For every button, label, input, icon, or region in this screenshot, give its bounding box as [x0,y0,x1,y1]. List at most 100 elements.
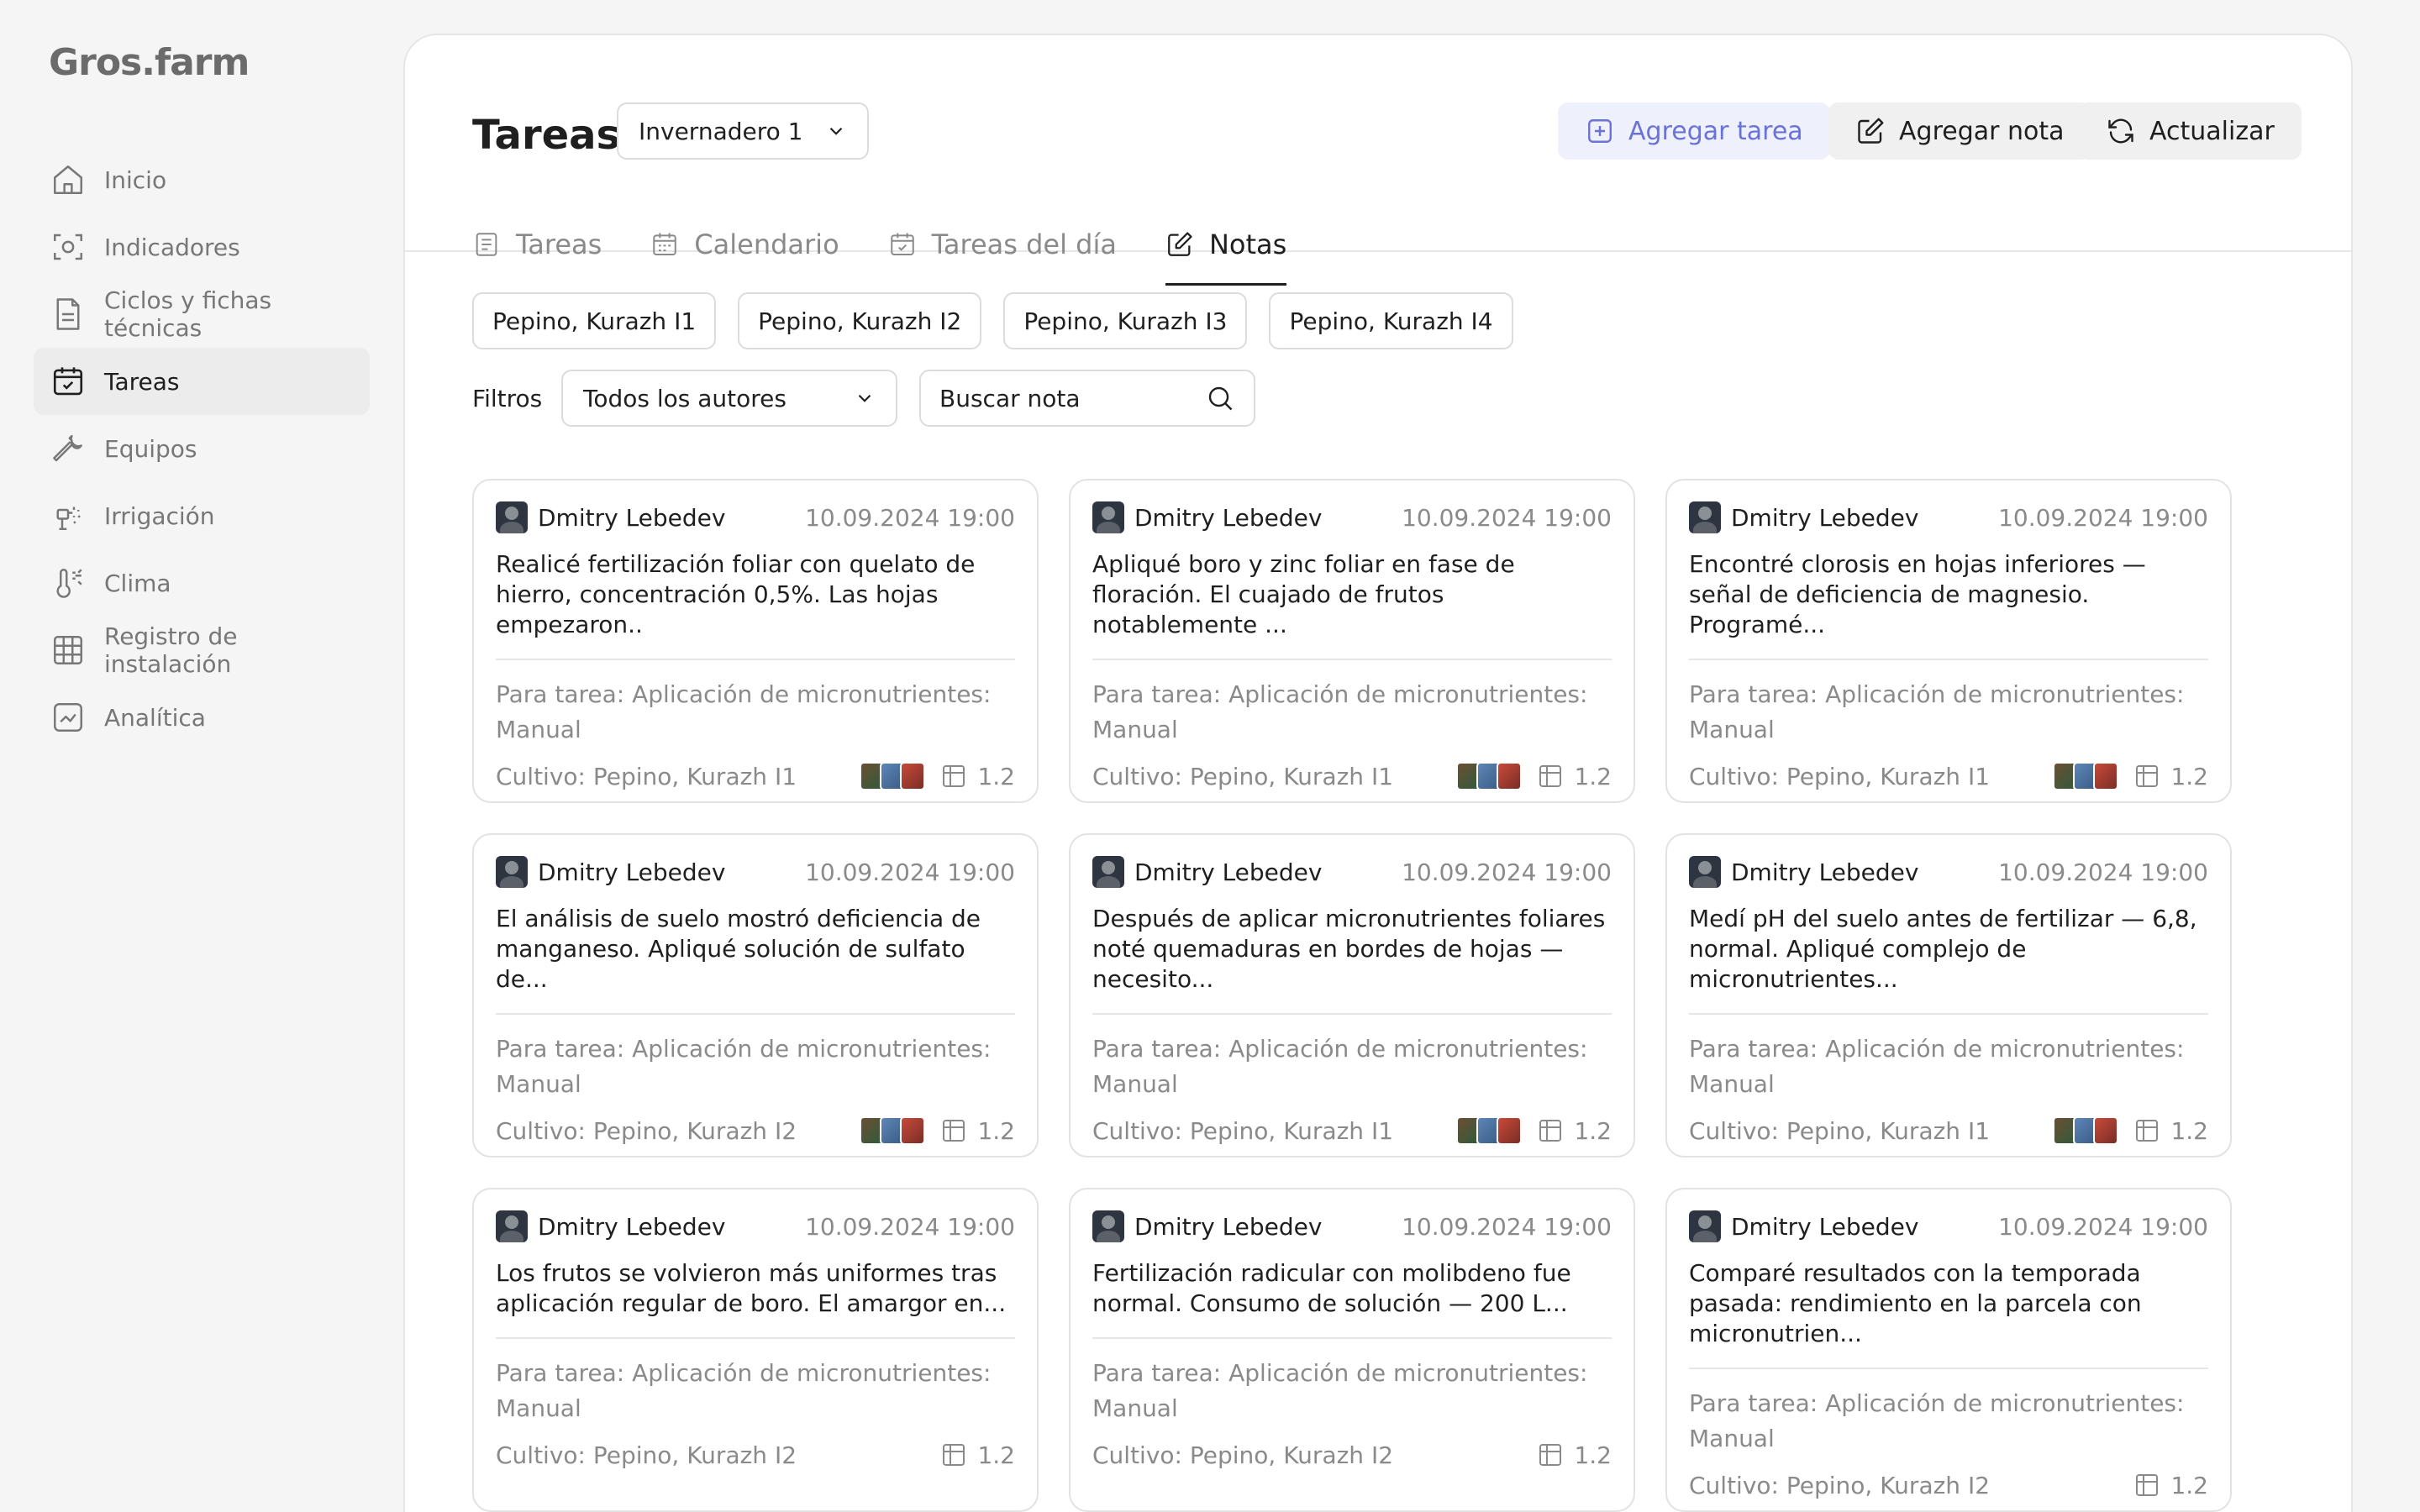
avatar [1689,501,1721,533]
note-card[interactable]: Dmitry Lebedev 10.09.2024 19:00 Los frut… [472,1188,1039,1512]
author-filter-select[interactable]: Todos los autores [561,370,897,427]
note-text: Los frutos se volvieron más uniformes tr… [496,1258,1015,1339]
greenhouse-select[interactable]: Invernadero 1 [617,102,869,160]
crop-chip[interactable]: Pepino, Kurazh I3 [1003,292,1248,349]
note-task: Para tarea: Aplicación de micronutriente… [1689,680,2185,743]
avatar [1092,1210,1124,1242]
search-input[interactable]: Buscar nota [919,370,1255,427]
note-author: Dmitry Lebedev [538,503,726,532]
photo-thumbnails[interactable] [2053,1116,2119,1145]
search-icon [1208,386,1233,411]
note-card[interactable]: Dmitry Lebedev 10.09.2024 19:00 Después … [1069,833,1635,1158]
tab-notas[interactable]: Notas [1165,203,1287,286]
note-task: Para tarea: Aplicación de micronutriente… [496,680,992,743]
note-text: El análisis de suelo mostró deficiencia … [496,904,1015,1015]
sidebar-item-registro[interactable]: Registro de instalación [34,617,370,684]
photo-thumbnail[interactable] [900,762,926,790]
note-author: Dmitry Lebedev [1731,503,1919,532]
app-logo[interactable]: Gros.farm [49,37,250,87]
photo-thumbnail[interactable] [2093,1116,2119,1145]
note-text: Después de aplicar micronutrientes folia… [1092,904,1612,1015]
note-crop: Cultivo: Pepino, Kurazh I2 [1092,1441,1394,1469]
crop-chip[interactable]: Pepino, Kurazh I4 [1269,292,1513,349]
filters-label: Filtros [472,384,543,412]
author-filter-value: Todos los autores [583,384,786,412]
note-card[interactable]: Dmitry Lebedev 10.09.2024 19:00 Encontré… [1665,479,2232,803]
note-text: Encontré clorosis en hojas inferiores — … [1689,549,2208,660]
note-task: Para tarea: Aplicación de micronutriente… [1092,1359,1588,1422]
note-date: 10.09.2024 19:00 [805,503,1015,532]
avatar [1689,1210,1721,1242]
add-task-button[interactable]: Agregar tarea [1558,102,1830,160]
note-task: Para tarea: Aplicación de micronutriente… [1689,1389,2185,1452]
photo-thumbnail[interactable] [900,1116,926,1145]
add-note-button[interactable]: Agregar nota [1828,102,2091,160]
sidebar-item-label: Equipos [104,434,197,463]
photo-thumbnail[interactable] [1497,1116,1523,1145]
scan-icon [54,234,82,260]
sidebar-item-equipos[interactable]: Equipos [34,415,370,482]
photo-thumbnail[interactable] [1497,762,1523,790]
add-note-label: Agregar nota [1899,116,2065,146]
avatar [1092,856,1124,888]
sidebar-item-indicadores[interactable]: Indicadores [34,213,370,281]
crop-chip[interactable]: Pepino, Kurazh I1 [472,292,717,349]
note-date: 10.09.2024 19:00 [805,858,1015,886]
clipboard-icon [476,233,497,256]
grid-icon [1539,765,1562,787]
sidebar-item-label: Tareas [104,367,180,396]
avatar [496,1210,528,1242]
sidebar-item-label: Ciclos y fichas técnicas [104,286,272,342]
note-card[interactable]: Dmitry Lebedev 10.09.2024 19:00 Apliqué … [1069,479,1635,803]
crop-chips: Pepino, Kurazh I1 Pepino, Kurazh I2 Pepi… [472,292,1535,349]
avatar [496,501,528,533]
note-crop: Cultivo: Pepino, Kurazh I2 [496,1441,797,1469]
note-author: Dmitry Lebedev [1134,1212,1323,1241]
sidebar-item-inicio[interactable]: Inicio [34,146,370,213]
refresh-icon [2108,118,2133,144]
note-author: Dmitry Lebedev [1134,858,1323,886]
note-task: Para tarea: Aplicación de micronutriente… [1092,1035,1588,1098]
note-crop: Cultivo: Pepino, Kurazh I2 [1689,1471,1991,1499]
calendar-check-icon [890,233,914,256]
grid-icon [943,765,965,787]
tab-tareas[interactable]: Tareas [472,203,602,286]
chart-icon [54,703,82,732]
note-card[interactable]: Dmitry Lebedev 10.09.2024 19:00 Realicé … [472,479,1039,803]
sidebar-item-irrigacion[interactable]: Irrigación [34,482,370,549]
sidebar-item-ciclos[interactable]: Ciclos y fichas técnicas [34,281,370,348]
note-author: Dmitry Lebedev [538,1212,726,1241]
tab-calendario[interactable]: Calendario [650,203,839,286]
tabs: Tareas Calendario Tareas del día Notas [472,203,1335,286]
photo-thumbnail[interactable] [2093,762,2119,790]
note-section: 1.2 [977,1116,1015,1145]
photo-thumbnails[interactable] [1456,762,1523,790]
note-author: Dmitry Lebedev [1731,1212,1919,1241]
note-card[interactable]: Dmitry Lebedev 10.09.2024 19:00 El análi… [472,833,1039,1158]
sidebar-item-label: Analítica [104,703,206,732]
note-card[interactable]: Dmitry Lebedev 10.09.2024 19:00 Fertiliz… [1069,1188,1635,1512]
grid-icon [943,1444,965,1466]
photo-thumbnails[interactable] [860,762,926,790]
note-date: 10.09.2024 19:00 [1402,858,1612,886]
note-author: Dmitry Lebedev [538,858,726,886]
note-crop: Cultivo: Pepino, Kurazh I1 [496,762,797,790]
photo-thumbnails[interactable] [1456,1116,1523,1145]
note-section: 1.2 [2170,1471,2208,1499]
sidebar-item-label: Clima [104,569,171,597]
photo-thumbnails[interactable] [860,1116,926,1145]
refresh-button[interactable]: Actualizar [2079,102,2302,160]
crop-chip[interactable]: Pepino, Kurazh I2 [738,292,982,349]
sidebar-item-analitica[interactable]: Analítica [34,684,370,751]
sidebar-item-tareas[interactable]: Tareas [34,348,370,415]
note-task: Para tarea: Aplicación de micronutriente… [496,1359,992,1422]
note-card[interactable]: Dmitry Lebedev 10.09.2024 19:00 Comparé … [1665,1188,2232,1512]
note-date: 10.09.2024 19:00 [805,1212,1015,1241]
photo-thumbnails[interactable] [2053,762,2119,790]
sidebar-item-clima[interactable]: Clima [34,549,370,617]
tab-tareas-del-dia[interactable]: Tareas del día [888,203,1117,286]
note-card[interactable]: Dmitry Lebedev 10.09.2024 19:00 Medí pH … [1665,833,2232,1158]
note-crop: Cultivo: Pepino, Kurazh I1 [1092,1116,1394,1145]
home-icon [54,165,82,194]
note-date: 10.09.2024 19:00 [1402,503,1612,532]
